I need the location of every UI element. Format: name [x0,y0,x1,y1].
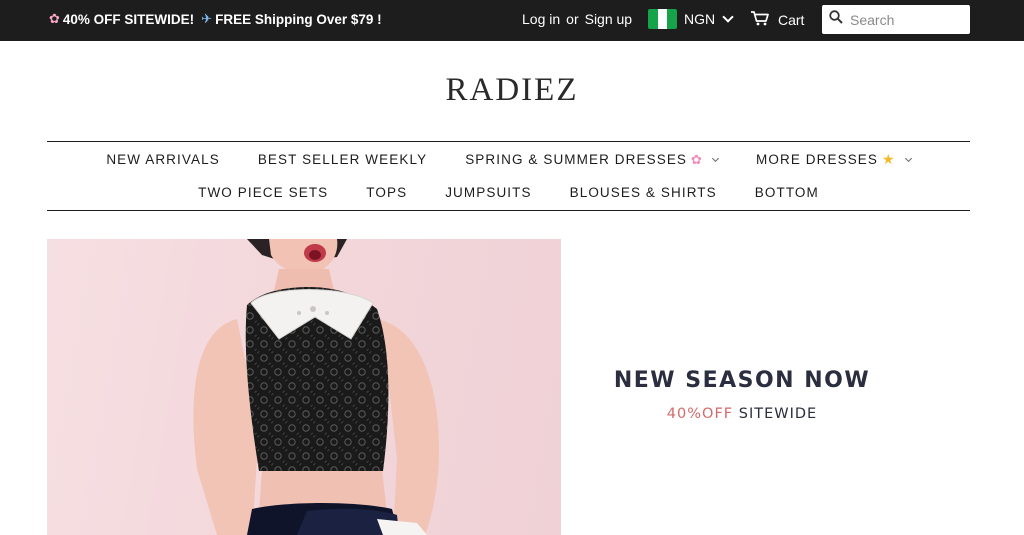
announcement-part1: 40% OFF SITEWIDE! [62,11,195,27]
nav-tops[interactable]: TOPS [366,185,407,200]
search-icon[interactable] [829,10,843,29]
nav-best-seller-weekly[interactable]: BEST SELLER WEEKLY [258,151,427,168]
announcement-bar: ✿ 40% OFF SITEWIDE! ✈ FREE Shipping Over… [0,0,1024,41]
cart-link[interactable]: Cart [750,10,804,29]
hero-sub-rest: SITEWIDE [733,406,818,422]
currency-value: NGN [684,11,716,27]
nav-blouses-shirts[interactable]: BLOUSES & SHIRTS [570,185,717,200]
nav-label: BOTTOM [754,185,819,200]
nav-two-piece-sets[interactable]: TWO PIECE SETS [198,185,328,200]
currency-selector[interactable]: NGN [648,9,734,29]
cherry-blossom-icon: ✿ [691,151,704,167]
nav-label: JUMPSUITS [445,185,532,200]
signup-link[interactable]: Sign up [585,11,632,27]
cart-label: Cart [778,11,805,28]
site-logo[interactable]: RADIEZ [0,72,1024,109]
announcement-part2: FREE Shipping Over $79 ! [215,11,382,27]
nav-label: SPRING & SUMMER DRESSES [465,152,688,167]
nav-label: TWO PIECE SETS [198,185,329,200]
cherry-blossom-icon: ✿ [49,11,60,26]
nav-spring-summer-dresses[interactable]: SPRING & SUMMER DRESSES ✿ [465,151,720,168]
cart-icon [750,10,770,29]
chevron-down-icon [711,154,720,162]
nav-label: NEW ARRIVALS [106,152,220,167]
main-navigation: NEW ARRIVALS BEST SELLER WEEKLY SPRING &… [47,141,970,211]
nav-label: MORE DRESSES [756,152,879,167]
hero-sub-accent: 40%OFF [666,406,734,422]
nav-jumpsuits[interactable]: JUMPSUITS [445,185,531,200]
login-link[interactable]: Log in [522,11,560,27]
nav-label: BEST SELLER WEEKLY [257,152,428,167]
hero-title: NEW SEASON NOW [613,368,871,393]
nav-more-dresses[interactable]: MORE DRESSES ★ [756,151,912,168]
chevron-down-icon [904,154,912,162]
nav-row-2: TWO PIECE SETS TOPS JUMPSUITS BLOUSES & … [47,185,970,200]
airplane-icon: ✈ [201,11,213,26]
search-box [822,5,970,34]
announcement-text: ✿ 40% OFF SITEWIDE! ✈ FREE Shipping Over… [49,11,382,27]
nav-label: BLOUSES & SHIRTS [569,185,717,200]
account-separator: or [566,11,579,27]
account-links: Log in or Sign up [522,11,632,27]
nav-new-arrivals[interactable]: NEW ARRIVALS [106,151,219,168]
hero-subtitle: 40%OFF SITEWIDE [561,406,923,422]
star-icon: ★ [882,151,896,167]
model-lace-top-photo [193,239,439,535]
nav-row-1: NEW ARRIVALS BEST SELLER WEEKLY SPRING &… [47,151,970,168]
nav-label: TOPS [366,185,408,200]
nigeria-flag-icon [648,9,677,29]
chevron-down-icon [722,11,734,23]
hero-image[interactable] [47,239,561,535]
nav-bottom[interactable]: BOTTOM [755,185,819,200]
search-input[interactable] [850,11,960,28]
